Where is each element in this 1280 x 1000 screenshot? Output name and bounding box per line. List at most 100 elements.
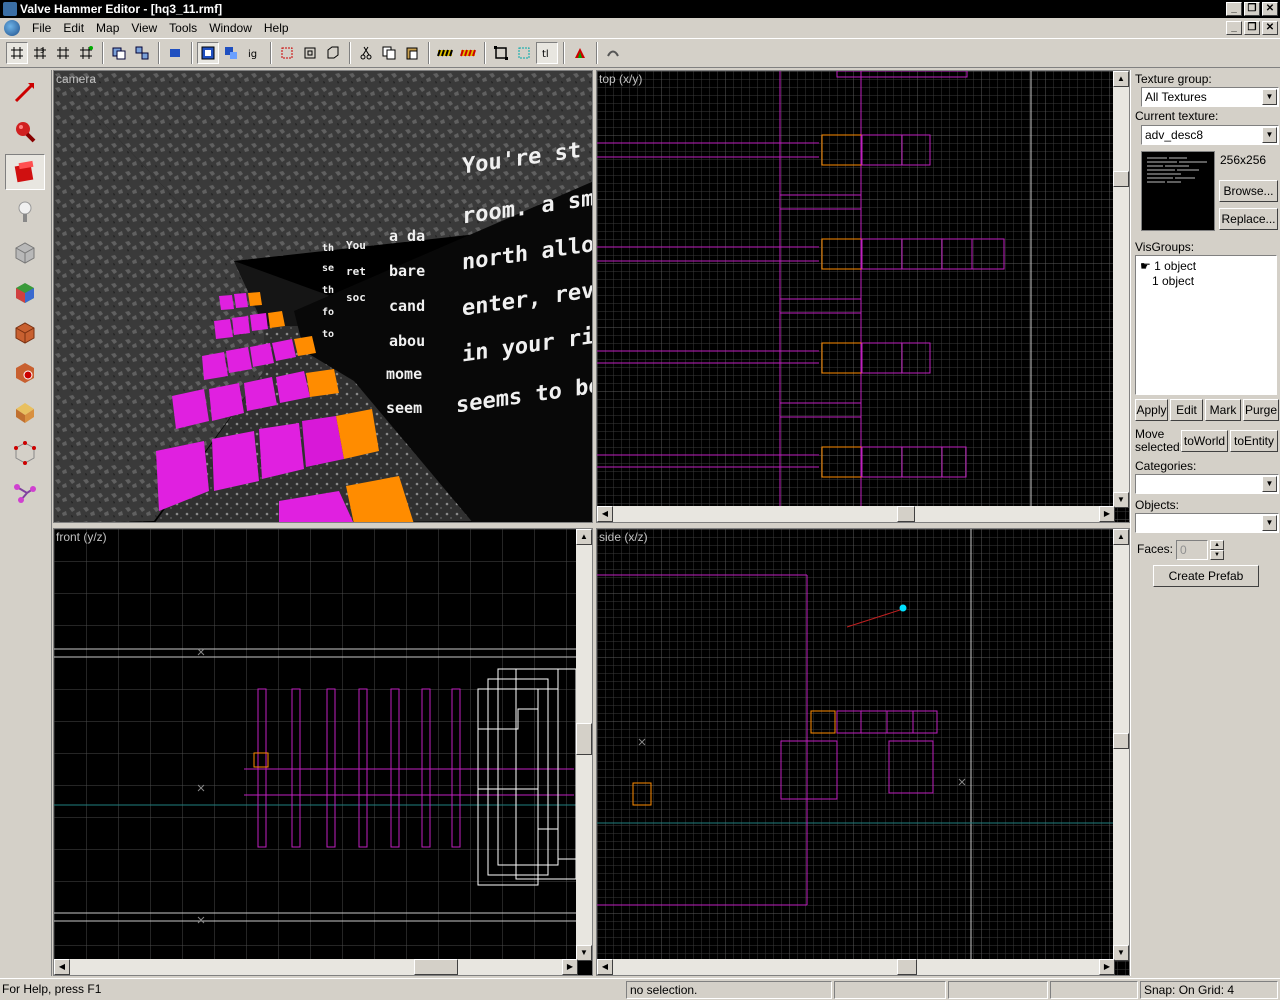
copy-icon[interactable] xyxy=(378,42,400,64)
grid-larger-icon[interactable] xyxy=(75,42,97,64)
carve-icon[interactable] xyxy=(220,42,242,64)
close-button[interactable]: ✕ xyxy=(1262,2,1278,16)
status-cell-coords xyxy=(834,981,946,999)
quick-hide-icon[interactable] xyxy=(322,42,344,64)
main-toolbar: 3 ig tl xyxy=(0,38,1280,68)
eye-check-icon[interactable]: ☛ xyxy=(1140,259,1151,273)
show-hazard-icon[interactable] xyxy=(457,42,479,64)
clip-icon[interactable] xyxy=(276,42,298,64)
visgroups-list[interactable]: ☛ 1 object 1 object xyxy=(1135,255,1277,395)
grid-3d-icon[interactable]: 3 xyxy=(29,42,51,64)
magnify-tool-icon[interactable] xyxy=(5,114,45,150)
side-horizontal-scrollbar[interactable]: ◀ ▶ xyxy=(597,959,1115,975)
block-tool-icon[interactable] xyxy=(5,234,45,270)
chevron-down-icon[interactable]: ▼ xyxy=(1262,89,1277,105)
replace-button[interactable]: Replace... xyxy=(1219,208,1278,230)
texture-group-select[interactable]: All Textures ▼ xyxy=(1141,87,1279,107)
current-texture-select[interactable]: adv_desc8 ▼ xyxy=(1141,125,1279,145)
texture-application-icon[interactable] xyxy=(5,274,45,310)
faces-spinner[interactable]: ▲ ▼ xyxy=(1210,540,1224,560)
edit-button[interactable]: Edit xyxy=(1170,399,1203,421)
cut-icon[interactable] xyxy=(355,42,377,64)
group-icon[interactable] xyxy=(108,42,130,64)
texture-preview xyxy=(1141,151,1215,231)
path-tool-icon[interactable] xyxy=(5,474,45,510)
camera-viewport[interactable]: camera You're st room. a sm north allo e… xyxy=(53,70,593,523)
status-selection: no selection. xyxy=(626,981,832,999)
categories-select[interactable]: ▼ xyxy=(1135,474,1279,494)
selection-box-icon[interactable] xyxy=(490,42,512,64)
selection-tool-icon[interactable] xyxy=(5,74,45,110)
ungroup-icon[interactable] xyxy=(131,42,153,64)
categories-label: Categories: xyxy=(1135,459,1197,473)
texture-tool-icon[interactable]: tl xyxy=(536,42,558,64)
svg-text:ig: ig xyxy=(248,49,257,60)
objects-label: Objects: xyxy=(1135,498,1180,512)
chevron-down-icon[interactable]: ▼ xyxy=(1262,127,1277,143)
chevron-down-icon[interactable]: ▼ xyxy=(1262,515,1277,531)
camera-text-line: a da xyxy=(389,227,425,245)
status-cell-zoom xyxy=(1050,981,1138,999)
browse-button[interactable]: Browse... xyxy=(1219,180,1278,202)
menu-bar: File Edit Map View Tools Window Help _ ❐… xyxy=(0,18,1280,38)
camera-tool-icon[interactable] xyxy=(5,154,45,190)
properties-panel: Texture group: All Textures ▼ Current te… xyxy=(1130,70,1280,976)
side-grid xyxy=(597,529,1129,975)
options-icon[interactable] xyxy=(602,42,624,64)
grid-toggle-icon[interactable] xyxy=(6,42,28,64)
texture-lock-icon[interactable] xyxy=(197,42,219,64)
ignore-groups-icon[interactable]: ig xyxy=(243,42,265,64)
faces-input[interactable]: 0 xyxy=(1176,540,1208,560)
paste-icon[interactable] xyxy=(401,42,423,64)
apply-texture-icon[interactable] xyxy=(5,314,45,350)
visgroup-item[interactable]: ☛ 1 object xyxy=(1140,259,1196,273)
camera-text-line: You xyxy=(346,239,366,252)
top-vertical-scrollbar[interactable]: ▲ ▼ xyxy=(1113,71,1129,508)
hide-hazard-icon[interactable] xyxy=(434,42,456,64)
chevron-down-icon[interactable]: ▼ xyxy=(1262,476,1277,492)
top-horizontal-scrollbar[interactable]: ◀ ▶ xyxy=(597,506,1115,522)
to-entity-button[interactable]: toEntity xyxy=(1230,430,1278,452)
top-viewport[interactable]: top (x/y) ▲ ▼ ◀ ▶ xyxy=(596,70,1130,523)
viewport-label-top: top (x/y) xyxy=(599,72,643,86)
vertex-tool-icon[interactable] xyxy=(5,434,45,470)
menu-file[interactable]: File xyxy=(26,21,57,35)
front-viewport[interactable]: front (y/z) ▲ ▼ ◀ ▶ xyxy=(53,528,593,976)
mark-button[interactable]: Mark xyxy=(1205,399,1241,421)
doc-close-button[interactable]: ✕ xyxy=(1262,21,1278,35)
entity-marker[interactable] xyxy=(899,604,907,612)
overlay-tool-icon[interactable] xyxy=(5,394,45,430)
front-horizontal-scrollbar[interactable]: ◀ ▶ xyxy=(54,959,578,975)
menu-map[interactable]: Map xyxy=(90,21,125,35)
side-viewport[interactable]: side (x/z) ▲ ▼ ◀ ▶ xyxy=(596,528,1130,976)
status-help-text: For Help, press F1 xyxy=(2,982,102,996)
create-prefab-button[interactable]: Create Prefab xyxy=(1153,565,1259,587)
maximize-button[interactable]: ❐ xyxy=(1244,2,1260,16)
apply-button[interactable]: Apply xyxy=(1135,399,1168,421)
side-vertical-scrollbar[interactable]: ▲ ▼ xyxy=(1113,529,1129,961)
document-globe-icon[interactable] xyxy=(4,20,20,36)
grid-smaller-icon[interactable] xyxy=(52,42,74,64)
front-vertical-scrollbar[interactable]: ▲ ▼ xyxy=(576,529,592,961)
visgroup-item[interactable]: 1 object xyxy=(1152,274,1194,288)
status-bar: For Help, press F1 no selection. Snap: O… xyxy=(0,978,1280,1000)
menu-view[interactable]: View xyxy=(125,21,163,35)
run-map-icon[interactable] xyxy=(569,42,591,64)
to-world-button[interactable]: toWorld xyxy=(1181,430,1228,452)
current-texture-label: Current texture: xyxy=(1135,109,1219,123)
menu-tools[interactable]: Tools xyxy=(163,21,203,35)
tool-select-icon[interactable] xyxy=(513,42,535,64)
hide-objects-icon[interactable] xyxy=(164,42,186,64)
doc-restore-button[interactable]: ❐ xyxy=(1244,21,1260,35)
menu-help[interactable]: Help xyxy=(258,21,295,35)
entity-tool-icon[interactable] xyxy=(5,194,45,230)
menu-edit[interactable]: Edit xyxy=(57,21,90,35)
purge-button[interactable]: Purge xyxy=(1243,399,1279,421)
minimize-button[interactable]: _ xyxy=(1226,2,1242,16)
menu-window[interactable]: Window xyxy=(203,21,258,35)
doc-minimize-button[interactable]: _ xyxy=(1226,21,1242,35)
objects-select[interactable]: ▼ xyxy=(1135,513,1279,533)
hollow-icon[interactable] xyxy=(299,42,321,64)
decal-tool-icon[interactable] xyxy=(5,354,45,390)
texture-group-label: Texture group: xyxy=(1135,72,1212,86)
